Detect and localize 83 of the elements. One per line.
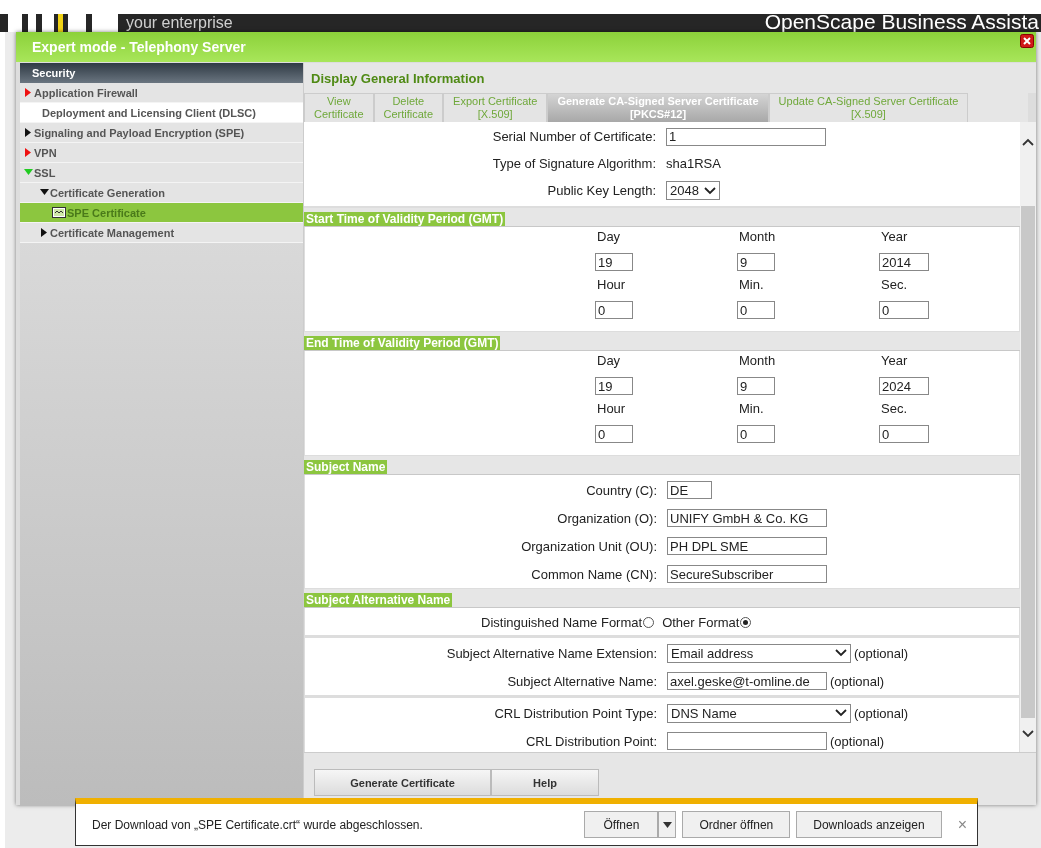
field-value: sha1RSA	[666, 156, 721, 171]
optional-note: (optional)	[830, 673, 885, 689]
caret-down-icon[interactable]	[40, 188, 49, 197]
field-label: Serial Number of Certificate:	[491, 129, 656, 144]
text-field[interactable]: DE	[667, 481, 712, 499]
field-label: CRL Distribution Point Type:	[493, 705, 657, 721]
optional-note: (optional)	[830, 733, 885, 749]
field-label: Day	[596, 353, 622, 369]
field-label: Common Name (CN):	[530, 566, 657, 582]
field-label: Month	[738, 229, 777, 245]
chevron-down-icon	[835, 709, 847, 717]
field-label: Sec.	[880, 277, 908, 293]
radio-label: Distinguished Name Format	[481, 614, 643, 630]
optional-note: (optional)	[854, 705, 909, 721]
text-field[interactable]: 0	[737, 301, 775, 319]
field-label: Year	[880, 353, 909, 369]
field-label: Organization Unit (OU):	[520, 538, 657, 554]
dialog-title: Expert mode - Telephony Server	[32, 39, 246, 55]
sidebar-header: Security	[20, 63, 303, 83]
nav-item[interactable]: SSL	[34, 166, 56, 179]
field-label: Year	[880, 229, 909, 245]
text-field[interactable]: 19	[595, 377, 633, 395]
field-label: Day	[596, 229, 622, 245]
field-label: Subject Alternative Name Extension:	[445, 645, 657, 661]
field-label: Sec.	[880, 401, 908, 417]
tagline: your enterprise	[126, 14, 233, 32]
section-title: Start Time of Validity Period (GMT)	[304, 212, 506, 226]
text-field[interactable]: 0	[595, 425, 633, 443]
field-label: Month	[738, 353, 777, 369]
close-icon[interactable]: ×	[957, 815, 967, 834]
download-action-button[interactable]: Downloads anzeigen	[796, 811, 942, 838]
text-field[interactable]: SecureSubscriber	[667, 565, 827, 583]
section-title: End Time of Validity Period (GMT)	[304, 336, 501, 350]
page-heading: Display General Information	[304, 63, 1036, 93]
text-field[interactable]: 0	[879, 301, 929, 319]
optional-note: (optional)	[854, 645, 909, 661]
field-label: Type of Signature Algorithm:	[491, 156, 656, 171]
chevron-up-icon[interactable]	[1022, 138, 1034, 146]
chevron-down-icon	[704, 186, 716, 195]
dropdown[interactable]: 2048	[666, 181, 720, 200]
text-field[interactable]: 2024	[879, 377, 929, 395]
field-label: Min.	[738, 401, 765, 417]
field-label: Public Key Length:	[546, 183, 656, 198]
field-label: Min.	[738, 277, 765, 293]
text-field[interactable]: PH DPL SME	[667, 537, 827, 555]
text-field[interactable]: axel.geske@t-omline.de	[667, 672, 827, 690]
field-label: Subject Alternative Name:	[506, 673, 657, 689]
text-field[interactable]: 0	[737, 425, 775, 443]
text-field[interactable]: 0	[879, 425, 929, 443]
caret-down-icon	[662, 821, 672, 828]
chevron-down-icon[interactable]	[1022, 730, 1034, 738]
field-label: Hour	[596, 401, 627, 417]
scrollbar[interactable]	[1020, 122, 1036, 752]
download-action-button[interactable]: Ordner öffnen	[682, 811, 791, 838]
field-label: CRL Distribution Point:	[525, 733, 657, 749]
text-field[interactable]: 19	[595, 253, 633, 271]
section-title: Subject Name	[304, 460, 388, 474]
nav-item[interactable]: Deployment and Licensing Client (DLSC)	[20, 103, 303, 123]
text-field[interactable]: 9	[737, 377, 775, 395]
text-field[interactable]: UNIFY GmbH & Co. KG	[667, 509, 827, 527]
dropdown[interactable]: Email address	[667, 643, 851, 663]
certificate-icon	[52, 207, 66, 218]
close-icon[interactable]	[1020, 34, 1034, 48]
chevron-down-icon	[835, 649, 847, 657]
section-title: Subject Alternative Name	[304, 593, 453, 607]
download-message: Der Download von „SPE Certificate.crt“ wurde abgeschlossen.	[92, 817, 423, 832]
text-field[interactable]: 1	[666, 127, 826, 146]
field-label: Organization (O):	[556, 510, 657, 526]
caret-right-icon[interactable]	[24, 128, 33, 137]
text-field[interactable]: 9	[737, 253, 775, 271]
field-label: Country (C):	[585, 482, 657, 498]
caret-right-icon[interactable]	[40, 228, 49, 237]
text-field[interactable]: 2014	[879, 253, 929, 271]
field-label: Hour	[596, 277, 627, 293]
dropdown[interactable]: DNS Name	[667, 703, 851, 723]
radio-label: Other Format	[662, 614, 740, 630]
action-button[interactable]: Generate Certificate	[314, 769, 491, 796]
open-button[interactable]: Öffnen	[584, 811, 659, 838]
action-button[interactable]: Help	[491, 769, 599, 796]
text-field[interactable]	[667, 732, 827, 750]
dropdown-button[interactable]	[658, 811, 677, 838]
text-field[interactable]: 0	[595, 301, 633, 319]
nav-item[interactable]: VPN	[34, 146, 57, 159]
